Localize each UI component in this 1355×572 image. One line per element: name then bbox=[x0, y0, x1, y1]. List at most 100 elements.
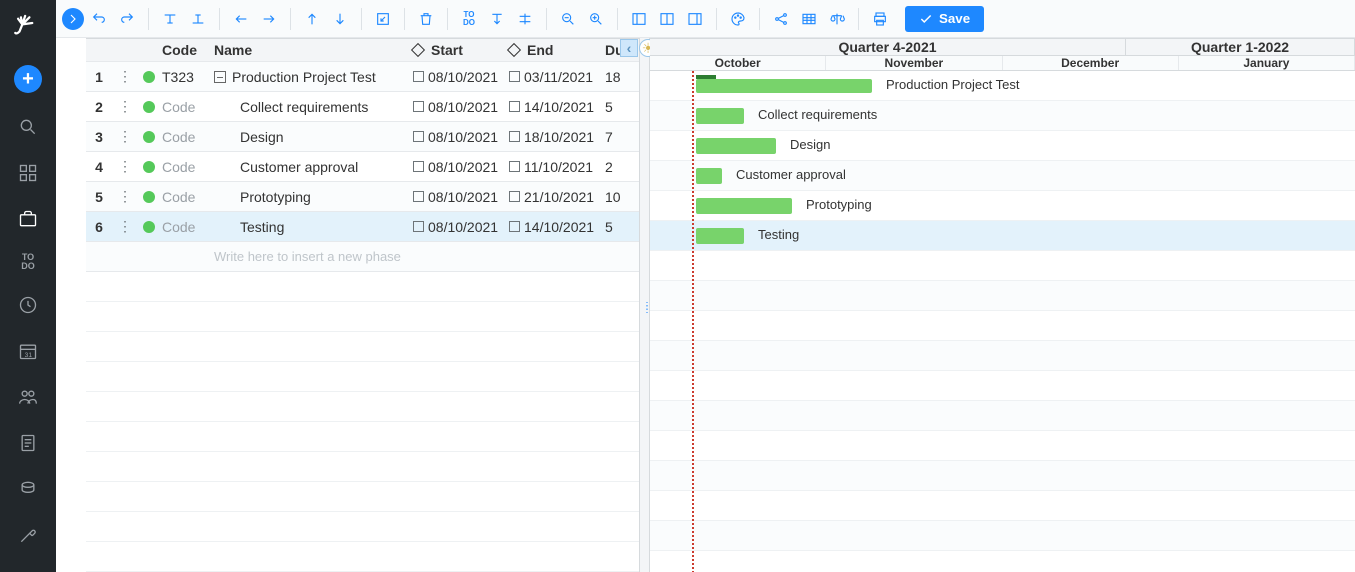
gantt-bar[interactable] bbox=[696, 168, 722, 184]
table-row[interactable]: 2⋮CodeCollect requirements08/10/202114/1… bbox=[86, 92, 639, 122]
cell-dur[interactable]: 18 bbox=[605, 69, 639, 85]
gantt-row[interactable]: Customer approval bbox=[650, 161, 1355, 191]
cell-end[interactable]: 11/10/2021 bbox=[509, 159, 605, 175]
gantt-row[interactable]: Testing bbox=[650, 221, 1355, 251]
move-up-button[interactable] bbox=[299, 6, 325, 32]
cost-icon[interactable] bbox=[16, 477, 40, 501]
cell-dur[interactable]: 10 bbox=[605, 189, 639, 205]
gantt-row[interactable]: Production Project Test bbox=[650, 71, 1355, 101]
zoom-out-button[interactable] bbox=[555, 6, 581, 32]
gantt-bar[interactable] bbox=[696, 108, 744, 124]
cell-dur[interactable]: 5 bbox=[605, 99, 639, 115]
checkbox-icon[interactable] bbox=[509, 191, 520, 202]
cell-start[interactable]: 08/10/2021 bbox=[413, 129, 509, 145]
todo-icon[interactable]: TO DO bbox=[21, 253, 35, 271]
drag-handle-icon[interactable]: ⋮ bbox=[112, 68, 138, 85]
undo-button[interactable] bbox=[86, 6, 112, 32]
gantt-bar[interactable] bbox=[696, 138, 776, 154]
checkbox-icon[interactable] bbox=[413, 131, 424, 142]
status-dot[interactable] bbox=[138, 191, 160, 203]
cell-dur[interactable]: 7 bbox=[605, 129, 639, 145]
table-icon[interactable] bbox=[796, 6, 822, 32]
col-end[interactable]: End bbox=[509, 42, 605, 58]
gantt-body[interactable]: Production Project TestCollect requireme… bbox=[650, 71, 1355, 572]
collapse-icon[interactable] bbox=[214, 71, 226, 83]
expand-panel-button[interactable] bbox=[62, 8, 84, 30]
cell-start[interactable]: 08/10/2021 bbox=[413, 189, 509, 205]
cell-end[interactable]: 14/10/2021 bbox=[509, 99, 605, 115]
clock-icon[interactable] bbox=[16, 293, 40, 317]
drag-handle-icon[interactable]: ⋮ bbox=[112, 188, 138, 205]
baseline-button[interactable] bbox=[512, 6, 538, 32]
calendar-icon[interactable]: 31 bbox=[16, 339, 40, 363]
checkbox-icon[interactable] bbox=[413, 221, 424, 232]
cell-end[interactable]: 14/10/2021 bbox=[509, 219, 605, 235]
share-icon[interactable] bbox=[768, 6, 794, 32]
drag-handle-icon[interactable]: ⋮ bbox=[112, 128, 138, 145]
drag-handle-icon[interactable]: ⋮ bbox=[112, 218, 138, 235]
gantt-bar[interactable] bbox=[696, 198, 792, 214]
new-phase-input[interactable]: Write here to insert a new phase bbox=[210, 249, 413, 264]
cell-start[interactable]: 08/10/2021 bbox=[413, 159, 509, 175]
drag-handle-icon[interactable]: ⋮ bbox=[112, 158, 138, 175]
cell-name[interactable]: Design bbox=[210, 129, 413, 145]
layout-left-button[interactable] bbox=[626, 6, 652, 32]
outdent-button[interactable] bbox=[228, 6, 254, 32]
table-row[interactable]: 1⋮T323Production Project Test08/10/20210… bbox=[86, 62, 639, 92]
todo-toolbar-icon[interactable]: TODO bbox=[456, 6, 482, 32]
gantt-bar[interactable] bbox=[696, 79, 872, 93]
gantt-row[interactable]: Prototyping bbox=[650, 191, 1355, 221]
splitter[interactable]: ‹ ☀ › ⋮⋮ bbox=[640, 38, 650, 572]
cell-end[interactable]: 21/10/2021 bbox=[509, 189, 605, 205]
search-icon[interactable] bbox=[16, 115, 40, 139]
checkbox-icon[interactable] bbox=[509, 71, 520, 82]
table-row[interactable]: 5⋮CodePrototyping08/10/202121/10/202110 bbox=[86, 182, 639, 212]
table-row[interactable]: 3⋮CodeDesign08/10/202118/10/20217 bbox=[86, 122, 639, 152]
save-button[interactable]: Save bbox=[905, 6, 984, 32]
dashboard-icon[interactable] bbox=[16, 161, 40, 185]
layout-split-button[interactable] bbox=[654, 6, 680, 32]
cell-start[interactable]: 08/10/2021 bbox=[413, 69, 509, 85]
checkbox-icon[interactable] bbox=[413, 191, 424, 202]
checkbox-icon[interactable] bbox=[413, 161, 424, 172]
add-button[interactable]: + bbox=[14, 65, 42, 93]
move-down-button[interactable] bbox=[327, 6, 353, 32]
new-row-placeholder[interactable]: Write here to insert a new phase bbox=[86, 242, 639, 272]
cell-start[interactable]: 08/10/2021 bbox=[413, 99, 509, 115]
cell-dur[interactable]: 2 bbox=[605, 159, 639, 175]
balance-icon[interactable] bbox=[824, 6, 850, 32]
timeline-prev-button[interactable]: ‹ bbox=[620, 39, 638, 57]
gantt-row[interactable]: Collect requirements bbox=[650, 101, 1355, 131]
cell-code[interactable]: Code bbox=[160, 159, 210, 175]
cell-code[interactable]: T323 bbox=[160, 69, 210, 85]
status-dot[interactable] bbox=[138, 161, 160, 173]
checkbox-icon[interactable] bbox=[509, 101, 520, 112]
cell-name[interactable]: Testing bbox=[210, 219, 413, 235]
critical-path-button[interactable] bbox=[484, 6, 510, 32]
cell-end[interactable]: 18/10/2021 bbox=[509, 129, 605, 145]
print-icon[interactable] bbox=[867, 6, 893, 32]
indent-button[interactable] bbox=[256, 6, 282, 32]
status-dot[interactable] bbox=[138, 71, 160, 83]
cell-code[interactable]: Code bbox=[160, 189, 210, 205]
cell-start[interactable]: 08/10/2021 bbox=[413, 219, 509, 235]
checkbox-icon[interactable] bbox=[413, 101, 424, 112]
col-start[interactable]: Start bbox=[413, 42, 509, 58]
cell-code[interactable]: Code bbox=[160, 219, 210, 235]
col-name[interactable]: Name bbox=[210, 42, 413, 58]
cell-code[interactable]: Code bbox=[160, 99, 210, 115]
status-dot[interactable] bbox=[138, 101, 160, 113]
gantt-row[interactable]: Design bbox=[650, 131, 1355, 161]
cell-dur[interactable]: 5 bbox=[605, 219, 639, 235]
table-row[interactable]: 6⋮CodeTesting08/10/202114/10/20215 bbox=[86, 212, 639, 242]
gantt-bar[interactable] bbox=[696, 228, 744, 244]
palette-icon[interactable] bbox=[725, 6, 751, 32]
cell-name[interactable]: Prototyping bbox=[210, 189, 413, 205]
insert-below-button[interactable] bbox=[185, 6, 211, 32]
delete-button[interactable] bbox=[413, 6, 439, 32]
cell-end[interactable]: 03/11/2021 bbox=[509, 69, 605, 85]
checkbox-icon[interactable] bbox=[509, 131, 520, 142]
checkbox-icon[interactable] bbox=[509, 221, 520, 232]
document-icon[interactable] bbox=[16, 431, 40, 455]
settings-icon[interactable] bbox=[16, 523, 40, 547]
